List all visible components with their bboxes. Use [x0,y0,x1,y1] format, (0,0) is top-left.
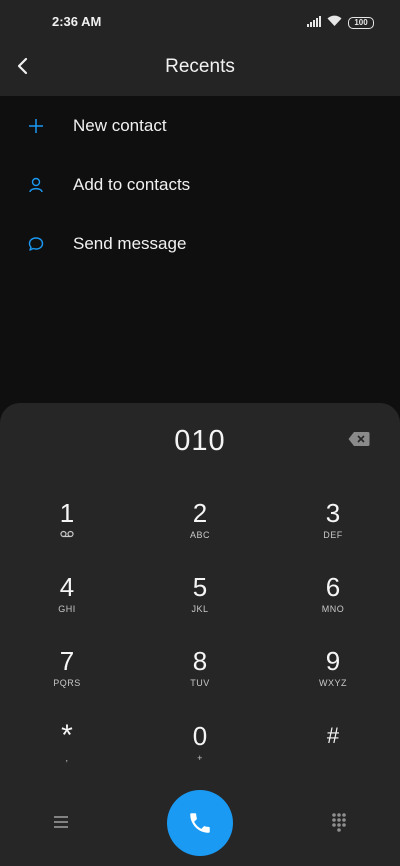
top-bar: 2:36 AM 100 Recents [0,0,400,96]
backspace-icon [348,432,370,446]
key-2[interactable]: 2 ABC [145,498,255,562]
key-letters: GHI [58,604,76,614]
key-letters: JKL [191,604,209,614]
key-letters: ABC [189,530,210,540]
send-message-action[interactable]: Send message [0,214,400,273]
key-letters: + [197,753,203,763]
key-digit: 2 [192,498,208,528]
status-time: 2:36 AM [52,14,102,29]
key-digit: 9 [325,646,341,676]
action-label: New contact [73,115,167,135]
backspace-button[interactable] [348,431,370,447]
wifi-icon [327,14,342,32]
dialpad: 010 1 2 ABC 3 DEF 4 GHI 5 JKL 6 MNO 7 PQ… [0,403,400,866]
key-4[interactable]: 4 GHI [12,572,122,636]
key-star[interactable]: * , [12,721,122,785]
status-bar: 2:36 AM 100 [0,0,400,44]
battery-icon: 100 [348,17,374,29]
voicemail-icon [12,530,122,542]
key-digit: 6 [325,572,341,602]
key-digit: # [326,723,340,748]
key-9[interactable]: 9 WXYZ [278,646,388,710]
key-letters: DEF [323,530,343,540]
key-7[interactable]: 7 PQRS [12,646,122,710]
key-digit: 0 [192,721,208,751]
dialpad-icon [332,813,346,832]
menu-icon [54,816,68,828]
new-contact-action[interactable]: New contact [0,96,400,155]
key-digit: 5 [192,572,208,602]
page-title: Recents [165,56,235,77]
key-digit: 7 [59,646,75,676]
dialpad-toggle-button[interactable] [326,809,352,835]
key-6[interactable]: 6 MNO [278,572,388,636]
signal-icon [307,14,321,32]
key-digit: 4 [59,572,75,602]
add-to-contacts-action[interactable]: Add to contacts [0,155,400,214]
message-icon [0,236,73,252]
key-letters: TUV [190,678,210,688]
action-label: Add to contacts [73,174,191,194]
menu-button[interactable] [48,809,74,835]
key-5[interactable]: 5 JKL [145,572,255,636]
key-3[interactable]: 3 DEF [278,498,388,562]
key-letters: , [65,753,69,763]
key-digit: * [61,719,73,752]
call-button[interactable] [167,790,233,856]
key-8[interactable]: 8 TUV [145,646,255,710]
key-hash[interactable]: # [278,721,388,785]
key-letters [278,753,388,765]
action-label: Send message [73,233,187,253]
status-icons: 100 [307,14,374,32]
plus-icon [0,118,73,134]
phone-icon [190,813,210,833]
key-1[interactable]: 1 [12,498,122,562]
person-icon [0,177,73,193]
key-digit: 3 [325,498,341,528]
key-letters: PQRS [53,678,81,688]
action-list: New contact Add to contacts Send message [0,96,400,273]
dialed-number: 010 [174,425,226,457]
key-digit: 1 [59,498,75,528]
key-letters: WXYZ [319,678,347,688]
key-0[interactable]: 0 + [145,721,255,785]
key-letters: MNO [321,604,345,614]
key-digit: 8 [192,646,208,676]
